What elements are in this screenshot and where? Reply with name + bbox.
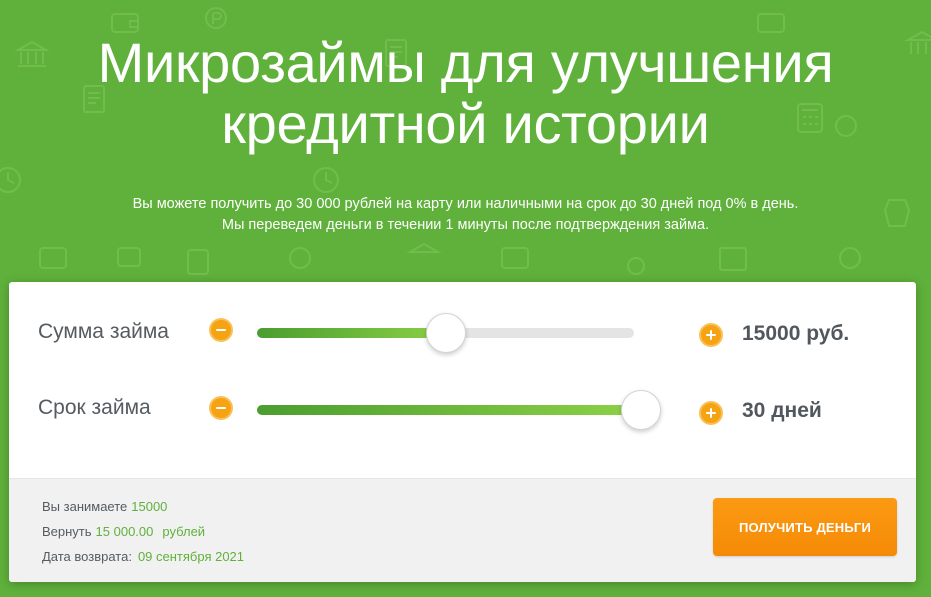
term-value: 30 дней xyxy=(742,399,822,422)
clock-icon xyxy=(313,167,339,193)
clock-icon xyxy=(839,247,861,269)
clock-icon xyxy=(0,167,21,193)
ruble-coin-icon xyxy=(205,7,227,29)
clock-icon xyxy=(289,247,311,269)
get-money-button[interactable]: ПОЛУЧИТЬ ДЕНЬГИ xyxy=(713,498,897,556)
wallet-icon xyxy=(111,13,139,33)
return-line: Вернуть 15 000.00 рублей xyxy=(42,524,205,539)
wallet-icon xyxy=(757,13,785,33)
wallet-icon xyxy=(39,247,67,269)
term-slider-fill xyxy=(257,405,627,415)
amount-slider-handle[interactable] xyxy=(425,313,466,353)
document-icon xyxy=(719,247,747,271)
amount-decrease-button[interactable] xyxy=(209,318,233,342)
wallet-icon xyxy=(117,247,141,267)
plus-icon-v xyxy=(710,408,712,418)
amount-increase-button[interactable] xyxy=(699,323,723,347)
plus-icon-v xyxy=(710,330,712,340)
return-currency: рублей xyxy=(162,524,206,539)
loan-calculator: Сумма займа 15000 руб. Срок займа 30 дне… xyxy=(9,282,916,582)
page-title: Микрозаймы для улучшения кредитной истор… xyxy=(0,32,931,154)
subtitle-line-1: Вы можете получить до 30 000 рублей на к… xyxy=(132,196,799,212)
borrow-line: Вы занимаете 15000 xyxy=(42,499,167,514)
minus-icon xyxy=(216,407,226,409)
title-line-1: Микрозаймы для улучшения xyxy=(97,31,834,94)
borrow-label: Вы занимаете xyxy=(42,499,128,514)
term-increase-button[interactable] xyxy=(699,401,723,425)
page-subtitle: Вы можете получить до 30 000 рублей на к… xyxy=(0,194,931,236)
return-label: Вернуть xyxy=(42,524,92,539)
bank-icon xyxy=(406,242,442,253)
ruble-coin-icon xyxy=(627,257,645,275)
borrow-value: 15000 xyxy=(131,499,168,514)
title-line-2: кредитной истории xyxy=(221,92,710,155)
return-value: 15 000.00 xyxy=(95,524,154,539)
subtitle-line-2: Мы переведем деньги в течении 1 минуты п… xyxy=(221,217,710,233)
calculator-icon xyxy=(187,249,209,275)
term-decrease-button[interactable] xyxy=(209,396,233,420)
minus-icon xyxy=(216,329,226,331)
term-slider-track[interactable] xyxy=(257,405,627,415)
loan-summary: Вы занимаете 15000 Вернуть 15 000.00 рублей… xyxy=(9,478,916,582)
return-date-label: Дата возврата: xyxy=(42,549,132,564)
wallet-icon xyxy=(501,247,529,269)
term-slider-handle[interactable] xyxy=(621,390,661,430)
term-label: Срок займа xyxy=(38,396,151,419)
amount-value: 15000 руб. xyxy=(742,322,850,345)
return-date-line: Дата возврата: 09 сентября 2021 xyxy=(42,549,244,564)
amount-slider-fill xyxy=(257,328,446,338)
return-date-value: 09 сентября 2021 xyxy=(137,549,245,564)
amount-label: Сумма займа xyxy=(38,320,169,343)
